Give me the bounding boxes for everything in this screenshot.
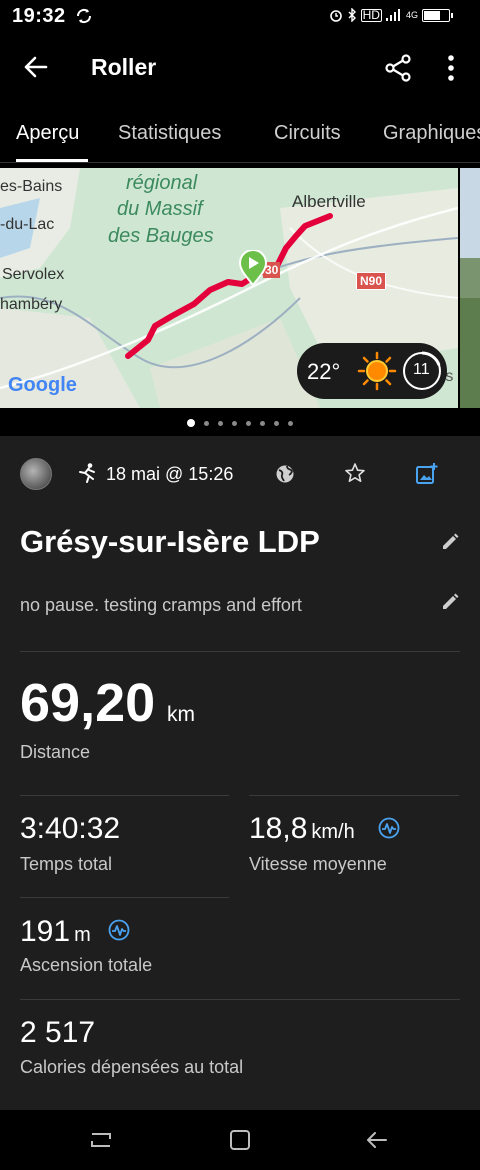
pulse-icon[interactable] — [108, 919, 130, 941]
pager-dot — [274, 420, 279, 426]
divider — [20, 999, 460, 1000]
edit-description-icon[interactable] — [440, 592, 460, 612]
avg-speed-unit: km/h — [311, 821, 355, 843]
map-label-massif: du Massif — [117, 198, 203, 220]
map-label-aix: es-Bains — [0, 178, 63, 195]
tab-apercu[interactable]: Aperçu — [16, 122, 79, 145]
battery-icon — [422, 8, 453, 22]
pager-dot — [232, 420, 237, 426]
signal-icon — [385, 9, 400, 21]
photo-preview-icon — [460, 168, 480, 408]
map-label-albertville: Albertville — [292, 192, 366, 211]
map-label-lac: -du-Lac — [0, 216, 55, 233]
network-type: 4G — [405, 10, 418, 20]
status-time: 19:32 — [12, 5, 66, 27]
recent-apps-icon[interactable] — [88, 1128, 114, 1152]
bluetooth-icon — [348, 8, 356, 22]
divider — [20, 651, 460, 652]
activity-description: no pause. testing cramps and effort — [20, 595, 302, 615]
start-marker-icon — [238, 250, 268, 286]
system-nav-bar — [0, 1110, 480, 1170]
share-button[interactable] — [382, 52, 414, 84]
divider — [20, 897, 229, 898]
ascent-value: 191 — [20, 915, 71, 948]
distance-unit: km — [167, 703, 195, 726]
ascent-stat: 191 m — [20, 915, 91, 949]
sync-icon — [76, 8, 92, 24]
edit-title-icon[interactable] — [440, 532, 460, 552]
weather-temperature: 22° — [307, 359, 341, 384]
hd-badge: HD — [360, 7, 382, 22]
tab-graphiques[interactable]: Graphiques — [383, 122, 480, 145]
nav-back-icon[interactable] — [364, 1128, 390, 1152]
uv-index-value: 11 — [413, 361, 430, 378]
alarm-icon — [329, 10, 342, 22]
map-label-servolex: Servolex — [2, 266, 65, 283]
pulse-icon[interactable] — [378, 817, 400, 839]
avg-speed-value: 18,8 — [249, 812, 308, 845]
app-bar: Roller — [0, 34, 480, 100]
activity-date: 18 mai @ 15:26 — [106, 464, 234, 484]
total-time-label: Temps total — [20, 854, 113, 874]
divider — [249, 795, 459, 796]
divider — [20, 795, 229, 796]
skating-icon — [79, 463, 95, 483]
total-time-value: 3:40:32 — [20, 812, 121, 845]
add-photo-icon[interactable] — [415, 462, 439, 486]
calories-label: Calories dépensées au total — [20, 1057, 244, 1077]
activity-meta-row: 18 mai @ 15:26 — [0, 436, 480, 512]
back-button[interactable] — [18, 52, 52, 82]
tab-circuits[interactable]: Circuits — [274, 122, 341, 145]
map-label-region: régional — [126, 172, 198, 194]
page-title: Roller — [91, 54, 157, 80]
tab-bar: Aperçu Statistiques Circuits Graphiques — [0, 100, 480, 163]
calories-value: 2 517 — [20, 1016, 96, 1049]
ascent-label: Ascension totale — [20, 955, 153, 975]
star-icon[interactable] — [344, 462, 366, 484]
distance-value: 69,20 — [20, 673, 156, 733]
activity-title: Grésy-sur-Isère LDP — [20, 524, 320, 559]
avg-speed-label: Vitesse moyenne — [249, 854, 387, 874]
sun-icon — [357, 351, 397, 391]
avatar[interactable] — [20, 458, 52, 490]
distance-label: Distance — [20, 742, 91, 762]
tab-statistiques[interactable]: Statistiques — [118, 122, 221, 145]
more-options-button[interactable] — [440, 52, 462, 84]
map-label-bauges: des Bauges — [108, 225, 214, 247]
google-logo: Google — [8, 374, 77, 396]
road-badge-n90: N90 — [356, 272, 387, 290]
home-icon[interactable] — [228, 1128, 252, 1152]
photo-preview-strip[interactable] — [460, 168, 480, 408]
pager-dot — [260, 420, 265, 426]
avg-speed-stat: 18,8 km/h — [249, 812, 355, 846]
ascent-unit: m — [74, 924, 91, 946]
tab-indicator — [16, 159, 88, 162]
pager-dot — [218, 420, 223, 426]
status-icons: HD 4G — [329, 7, 453, 22]
map-pager[interactable] — [0, 410, 480, 436]
weather-badge: 22° 11 — [297, 343, 447, 399]
pager-dot — [246, 420, 251, 426]
pager-dot — [288, 420, 293, 426]
pager-dot — [187, 419, 195, 427]
pager-dot — [204, 420, 209, 426]
activity-summary: 18 mai @ 15:26 Grésy-sur-Isère LDP no pa… — [0, 436, 480, 1110]
map-label-chambery: hambéry — [0, 296, 63, 313]
status-bar: 19:32 HD 4G — [0, 0, 480, 34]
globe-icon[interactable] — [274, 463, 296, 485]
